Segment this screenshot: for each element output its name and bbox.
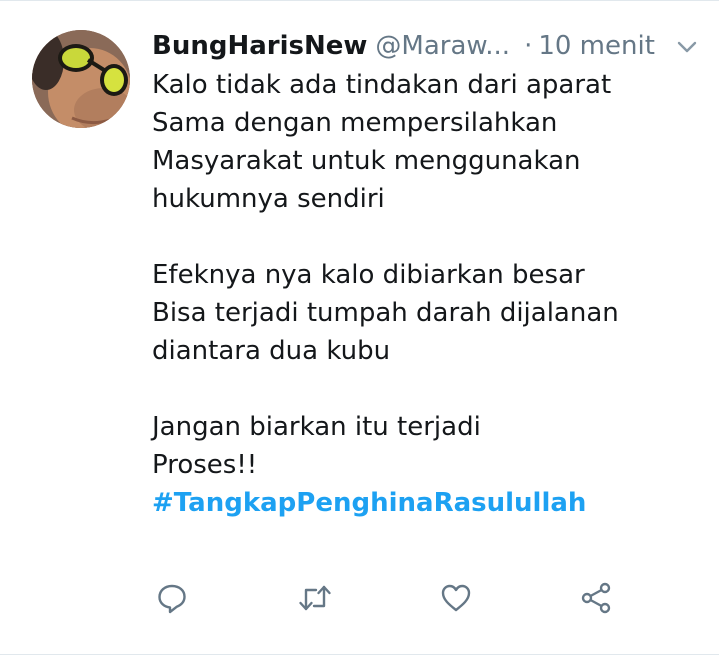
heart-icon[interactable]: [436, 578, 476, 618]
tweet-line: Efeknya nya kalo dibiarkan besar: [152, 260, 585, 290]
tweet-card[interactable]: BungHarisNew @Maraw... · 10 menit Kalo t…: [0, 0, 719, 655]
share-icon[interactable]: [576, 578, 616, 618]
tweet-line: Jangan biarkan itu terjadi: [152, 412, 481, 442]
tweet-line: diantara dua kubu: [152, 336, 391, 366]
tweet-line: Sama dengan mempersilahkan: [152, 108, 558, 138]
avatar[interactable]: [32, 30, 130, 128]
display-name[interactable]: BungHarisNew: [152, 31, 367, 61]
user-handle[interactable]: @Maraw...: [375, 31, 510, 61]
tweet-line: Proses!!: [152, 450, 258, 480]
tweet-actions: [152, 578, 632, 618]
tweet-text: Kalo tidak ada tindakan dari aparat Sama…: [152, 66, 700, 522]
tweet-line: Masyarakat untuk menggunakan: [152, 146, 581, 176]
chevron-down-icon[interactable]: [674, 34, 700, 60]
tweet-line: Bisa terjadi tumpah darah dijalanan: [152, 298, 619, 328]
hashtag-link[interactable]: #TangkapPenghinaRasulullah: [152, 484, 700, 522]
separator-dot: ·: [524, 31, 533, 61]
tweet-line: Kalo tidak ada tindakan dari aparat: [152, 70, 612, 100]
tweet-line: hukumnya sendiri: [152, 184, 385, 214]
retweet-icon[interactable]: [295, 578, 335, 618]
timestamp[interactable]: 10 menit: [538, 31, 655, 61]
reply-icon[interactable]: [152, 578, 192, 618]
tweet-header: BungHarisNew @Maraw... · 10 menit: [152, 28, 700, 64]
